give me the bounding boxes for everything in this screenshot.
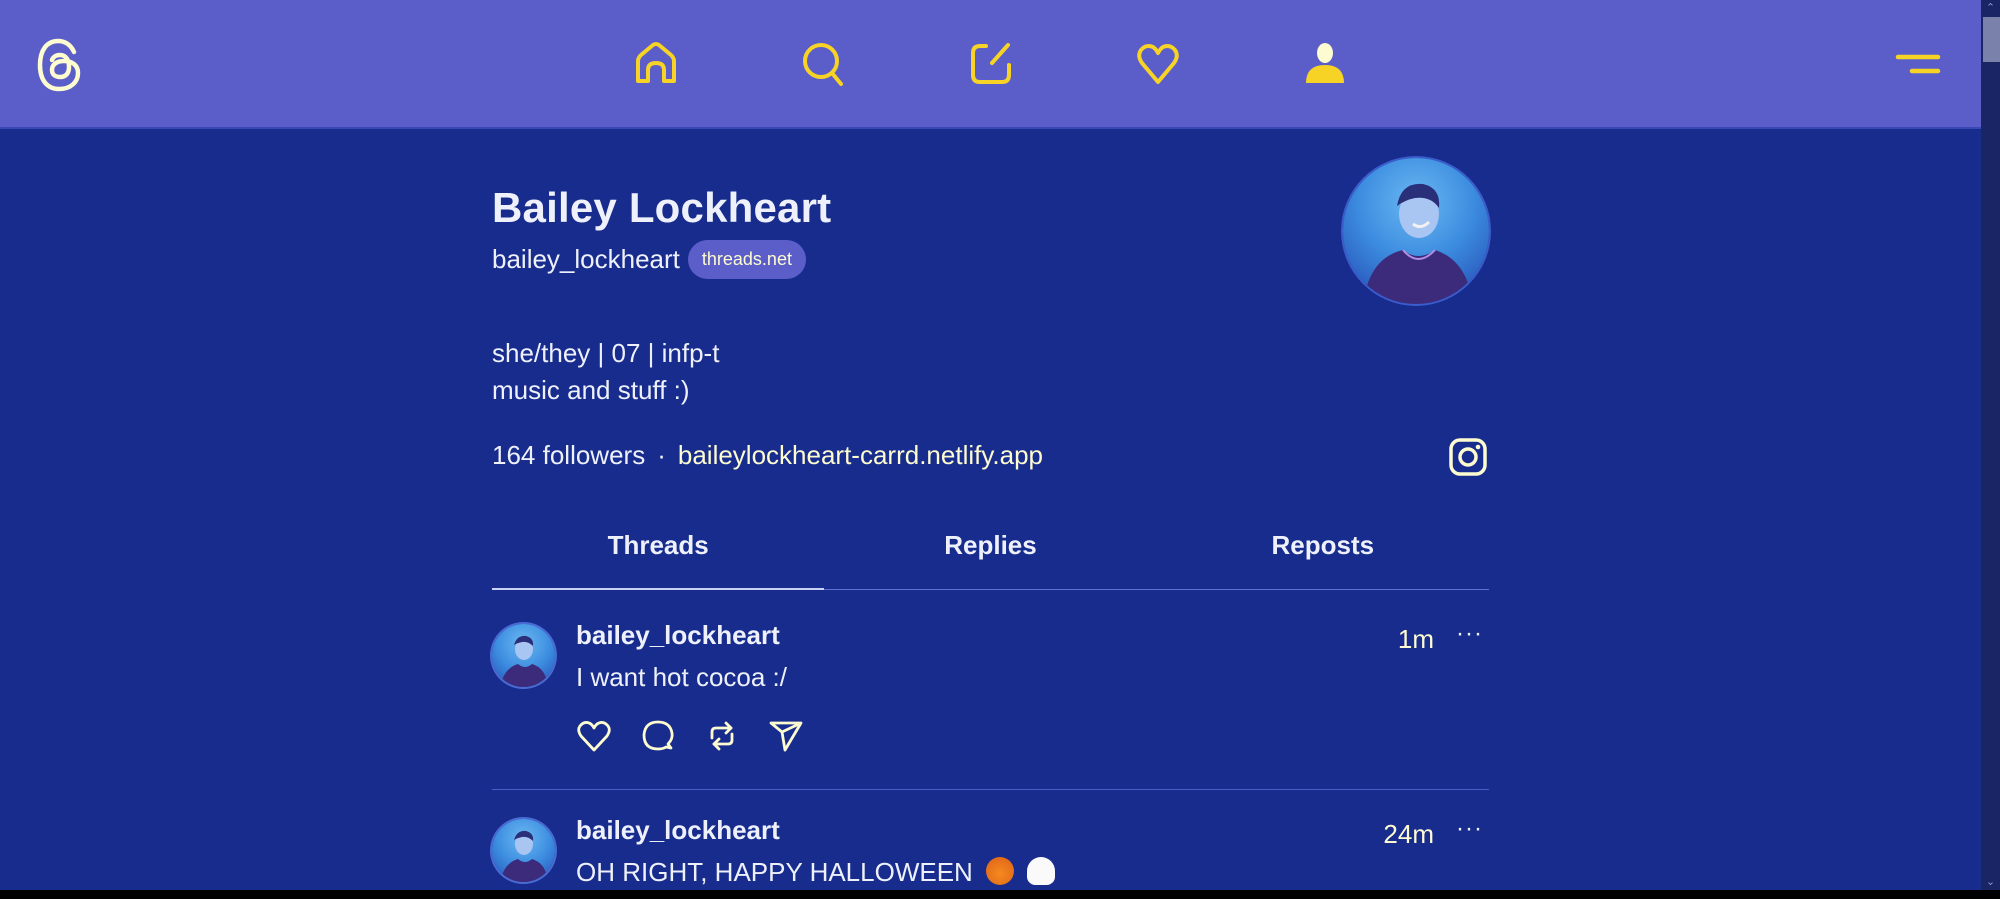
avatar-photo: [1363, 183, 1473, 304]
nav-search-button[interactable]: [797, 38, 849, 90]
post-actions: [576, 718, 804, 754]
profile-handle-row: bailey_lockheart threads.net: [492, 240, 806, 279]
avatar-photo: [500, 830, 548, 882]
repost-icon[interactable]: [704, 718, 740, 754]
scrollbar-thumb[interactable]: [1983, 17, 2000, 62]
heart-icon: [1137, 44, 1179, 84]
nav-compose-button[interactable]: [965, 38, 1017, 90]
profile-tabs: Threads Replies Reposts: [492, 520, 1489, 590]
nav-profile-button[interactable]: [1299, 38, 1351, 90]
profile-display-name: Bailey Lockheart: [492, 184, 832, 231]
bio-line: music and stuff :): [492, 375, 690, 405]
post-text: I want hot cocoa :/: [576, 662, 788, 692]
tab-reposts[interactable]: Reposts: [1157, 520, 1489, 589]
post-avatar[interactable]: [492, 624, 555, 687]
scroll-down-arrow-icon[interactable]: ⌄: [1981, 874, 2000, 890]
followers-count[interactable]: 164 followers: [492, 440, 645, 471]
jack-o-lantern-icon: [986, 857, 1015, 885]
nav-activity-button[interactable]: [1132, 38, 1184, 90]
post-timestamp: 1m: [1397, 624, 1434, 654]
nav-home-button[interactable]: [630, 38, 682, 90]
bottom-edge: [0, 890, 2000, 899]
avatar-photo: [500, 635, 548, 687]
instagram-icon[interactable]: [1448, 437, 1488, 477]
threads-net-badge[interactable]: threads.net: [687, 240, 806, 279]
ghost-icon: [1027, 857, 1056, 885]
like-icon[interactable]: [576, 718, 612, 754]
reply-icon[interactable]: [640, 718, 676, 754]
post-timestamp: 24m: [1383, 819, 1434, 849]
menu-icon[interactable]: [1895, 50, 1943, 80]
thread-post: bailey_lockheart I want hot cocoa :/ 1m …: [492, 610, 1489, 790]
post-username[interactable]: bailey_lockheart: [576, 815, 780, 846]
post-text-content: OH RIGHT, HAPPY HALLOWEEN: [576, 857, 973, 887]
vertical-scrollbar[interactable]: ⌃ ⌄: [1981, 0, 2000, 890]
search-icon: [803, 43, 843, 86]
profile-meta: 164 followers · baileylockheart-carrd.ne…: [492, 440, 1043, 471]
threads-logo-icon[interactable]: [36, 36, 86, 94]
tab-replies[interactable]: Replies: [824, 520, 1156, 589]
home-icon: [636, 42, 676, 83]
bio-line: she/they | 07 | infp-t: [492, 338, 720, 368]
thread-post: bailey_lockheart OH RIGHT, HAPPY HALLOWE…: [492, 805, 1489, 890]
profile-handle: bailey_lockheart: [492, 244, 680, 274]
profile-bio: she/they | 07 | infp-t music and stuff :…: [492, 335, 719, 409]
post-text: OH RIGHT, HAPPY HALLOWEEN: [576, 857, 1056, 888]
separator-dot: ·: [657, 440, 666, 470]
top-navigation-bar: [0, 0, 1981, 129]
share-icon[interactable]: [768, 718, 804, 754]
profile-link[interactable]: baileylockheart-carrd.netlify.app: [678, 440, 1043, 471]
post-username[interactable]: bailey_lockheart: [576, 620, 780, 651]
person-icon: [1306, 43, 1344, 83]
scroll-up-arrow-icon[interactable]: ⌃: [1981, 0, 2000, 16]
tab-threads[interactable]: Threads: [492, 520, 825, 590]
profile-avatar[interactable]: [1343, 158, 1489, 304]
compose-icon: [971, 43, 1011, 84]
page-viewport: Bailey Lockheart bailey_lockheart thread…: [0, 0, 1981, 890]
post-avatar[interactable]: [492, 819, 555, 882]
more-options-icon[interactable]: ···: [1456, 815, 1483, 843]
more-options-icon[interactable]: ···: [1456, 620, 1483, 648]
